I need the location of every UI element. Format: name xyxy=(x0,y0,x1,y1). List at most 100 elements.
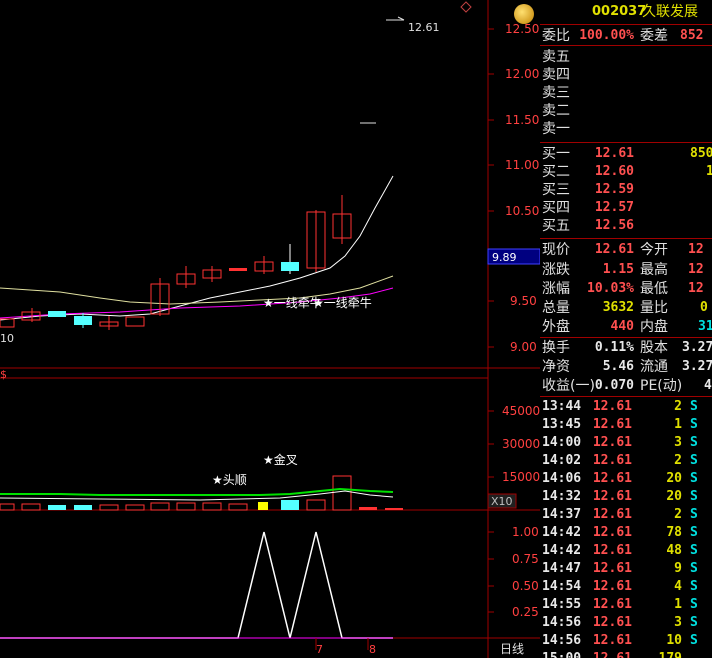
tick-row[interactable]: 13:45 12.61 1 S xyxy=(540,416,712,434)
min-price-label: 10 xyxy=(0,332,14,345)
tick-volume: 20 xyxy=(666,489,682,504)
buy-1-row[interactable]: 买一 12.61 850 xyxy=(540,145,712,163)
logo-icon xyxy=(514,4,534,24)
quote-value: 1.15 xyxy=(602,262,634,277)
kline-chart-area[interactable]: 12.50 12.00 11.50 11.00 10.50 9.50 9.00 … xyxy=(0,0,540,658)
quote-value: 440 xyxy=(610,319,634,334)
candle xyxy=(74,316,92,325)
buy-3-row[interactable]: 买三 12.59 xyxy=(540,181,712,199)
candle xyxy=(229,268,247,271)
tick-row[interactable]: 15:00 12.61 179 xyxy=(540,650,712,658)
quote-label: PE(动) xyxy=(640,378,683,394)
quote-label: 最低 xyxy=(640,281,668,297)
current-price-tag-text: 9.89 xyxy=(492,251,517,264)
sell-label: 卖一 xyxy=(542,121,570,137)
quote-label: 现价 xyxy=(542,242,570,258)
quote-row-pct: 涨幅 10.03% 最低 12 xyxy=(540,280,712,298)
volume-annotation: ★金叉 xyxy=(263,452,298,467)
indicator-tick: 0.50 xyxy=(512,579,539,593)
quote-value: 3.27 xyxy=(682,340,712,355)
sell-5-row[interactable]: 卖五 xyxy=(540,48,712,66)
date-mark: 7 xyxy=(316,643,323,656)
tick-price: 12.61 xyxy=(592,633,632,648)
tick-side: S xyxy=(690,561,698,576)
ratio-value: 100.00% xyxy=(579,28,634,43)
buy-4-row[interactable]: 买四 12.57 xyxy=(540,199,712,217)
tick-row[interactable]: 14:42 12.61 78 S xyxy=(540,524,712,542)
tick-time: 13:44 xyxy=(542,399,582,414)
tick-row[interactable]: 13:44 12.61 2 S xyxy=(540,398,712,416)
tick-price: 12.61 xyxy=(592,561,632,576)
sell-label: 卖五 xyxy=(542,49,570,65)
tick-side: S xyxy=(690,471,698,486)
tick-volume: 1 xyxy=(674,597,682,612)
sell-3-row[interactable]: 卖三 xyxy=(540,84,712,102)
tick-time: 14:42 xyxy=(542,543,582,558)
quote-value: 10.03% xyxy=(587,281,634,296)
diff-value: 852 xyxy=(680,28,704,43)
quote-label: 换手 xyxy=(542,340,570,356)
quote-value: 12.61 xyxy=(594,242,634,257)
date-mark: 8 xyxy=(369,643,376,656)
price-tick: 9.00 xyxy=(510,340,537,354)
tick-list[interactable]: 13:44 12.61 2 S 13:45 12.61 1 S 14:00 12.61 3 S 14:0… xyxy=(540,398,712,658)
buy-price: 12.60 xyxy=(594,164,634,179)
quote-label: 今开 xyxy=(640,242,668,258)
buy-label: 买一 xyxy=(542,146,570,162)
tick-price: 12.61 xyxy=(592,435,632,450)
tick-row[interactable]: 14:06 12.61 20 S xyxy=(540,470,712,488)
sell-1-row[interactable]: 卖一 xyxy=(540,120,712,138)
quote-value: 0.11% xyxy=(594,340,634,355)
diff-label: 委差 xyxy=(640,28,668,44)
stock-code: 002037 xyxy=(592,4,647,19)
tick-row[interactable]: 14:32 12.61 20 S xyxy=(540,488,712,506)
tick-time: 14:54 xyxy=(542,579,582,594)
tick-row[interactable]: 14:00 12.61 3 S xyxy=(540,434,712,452)
tick-row[interactable]: 14:55 12.61 1 S xyxy=(540,596,712,614)
diamond-icon[interactable] xyxy=(460,1,472,13)
tick-price: 12.61 xyxy=(592,579,632,594)
buy-price: 12.56 xyxy=(594,218,634,233)
tick-price: 12.61 xyxy=(592,489,632,504)
price-tick: 12.00 xyxy=(505,67,539,81)
tick-volume: 179 xyxy=(650,650,682,658)
tick-price: 12.61 xyxy=(592,399,632,414)
tick-row[interactable]: 14:37 12.61 2 S xyxy=(540,506,712,524)
tick-volume: 2 xyxy=(674,399,682,414)
tick-row[interactable]: 14:47 12.61 9 S xyxy=(540,560,712,578)
tick-row[interactable]: 14:54 12.61 4 S xyxy=(540,578,712,596)
volume-annotation: ★头顺 xyxy=(212,473,247,487)
sell-4-row[interactable]: 卖四 xyxy=(540,66,712,84)
tick-side: S xyxy=(690,597,698,612)
tick-row[interactable]: 14:56 12.61 3 S xyxy=(540,614,712,632)
tick-price: 12.61 xyxy=(592,471,632,486)
buy-price: 12.61 xyxy=(594,146,634,161)
tick-volume: 20 xyxy=(666,471,682,486)
tick-row[interactable]: 14:56 12.61 10 S xyxy=(540,632,712,650)
indicator-tick: 1.00 xyxy=(512,525,539,539)
quote-label: 股本 xyxy=(640,340,668,356)
quote-label: 总量 xyxy=(542,300,570,316)
tick-row[interactable]: 14:02 12.61 2 S xyxy=(540,452,712,470)
tick-row[interactable]: 14:42 12.61 48 S xyxy=(540,542,712,560)
sell-2-row[interactable]: 卖二 xyxy=(540,102,712,120)
buy-5-row[interactable]: 买五 12.56 xyxy=(540,217,712,235)
tick-side: S xyxy=(690,579,698,594)
price-tick: 10.50 xyxy=(505,204,539,218)
buy-2-row[interactable]: 买二 12.60 1 xyxy=(540,163,712,181)
tick-volume: 3 xyxy=(674,615,682,630)
ratio-label: 委比 xyxy=(542,28,570,44)
quote-label: 流通 xyxy=(640,359,668,375)
quote-label: 最高 xyxy=(640,262,668,278)
quote-label: 内盘 xyxy=(640,319,668,335)
tick-price: 12.61 xyxy=(592,417,632,432)
candle xyxy=(281,262,299,271)
quote-label: 净资 xyxy=(542,359,570,375)
buy-label: 买四 xyxy=(542,200,570,216)
tick-side: S xyxy=(690,615,698,630)
quote-value: 12 xyxy=(688,262,704,277)
stock-header[interactable]: 002037 久联发展 xyxy=(514,3,712,25)
tick-volume: 3 xyxy=(674,435,682,450)
tick-side: S xyxy=(690,489,698,504)
period-label[interactable]: 日线 xyxy=(500,642,524,656)
